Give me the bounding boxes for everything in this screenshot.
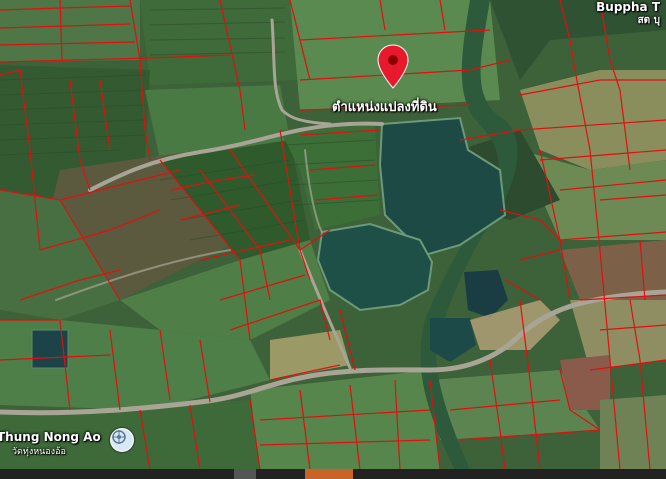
- place-name-en: Buppha T: [596, 0, 660, 14]
- temple-glyph: [112, 430, 126, 444]
- satellite-map[interactable]: ตำแหน่งแปลงที่ดิน Buppha T สต บุ Thung N…: [0, 0, 666, 479]
- map-imagery: [0, 0, 666, 479]
- bottom-toolbar-strip: [0, 469, 666, 479]
- pond-west: [31, 329, 69, 369]
- place-name-th: สต บุ: [637, 15, 660, 26]
- place-label-bottom-left-thai: วัดทุ่งหนองอ้อ: [12, 447, 66, 457]
- temple-icon[interactable]: [110, 428, 134, 452]
- place-label-bottom-left: Thung Nong Ao: [0, 430, 101, 444]
- toolbar-segment[interactable]: [234, 469, 256, 479]
- marker-label: ตำแหน่งแปลงที่ดิน: [332, 100, 437, 115]
- place-label-top-right: Buppha T สต บุ: [596, 1, 660, 27]
- toolbar-segment-active[interactable]: [305, 469, 353, 479]
